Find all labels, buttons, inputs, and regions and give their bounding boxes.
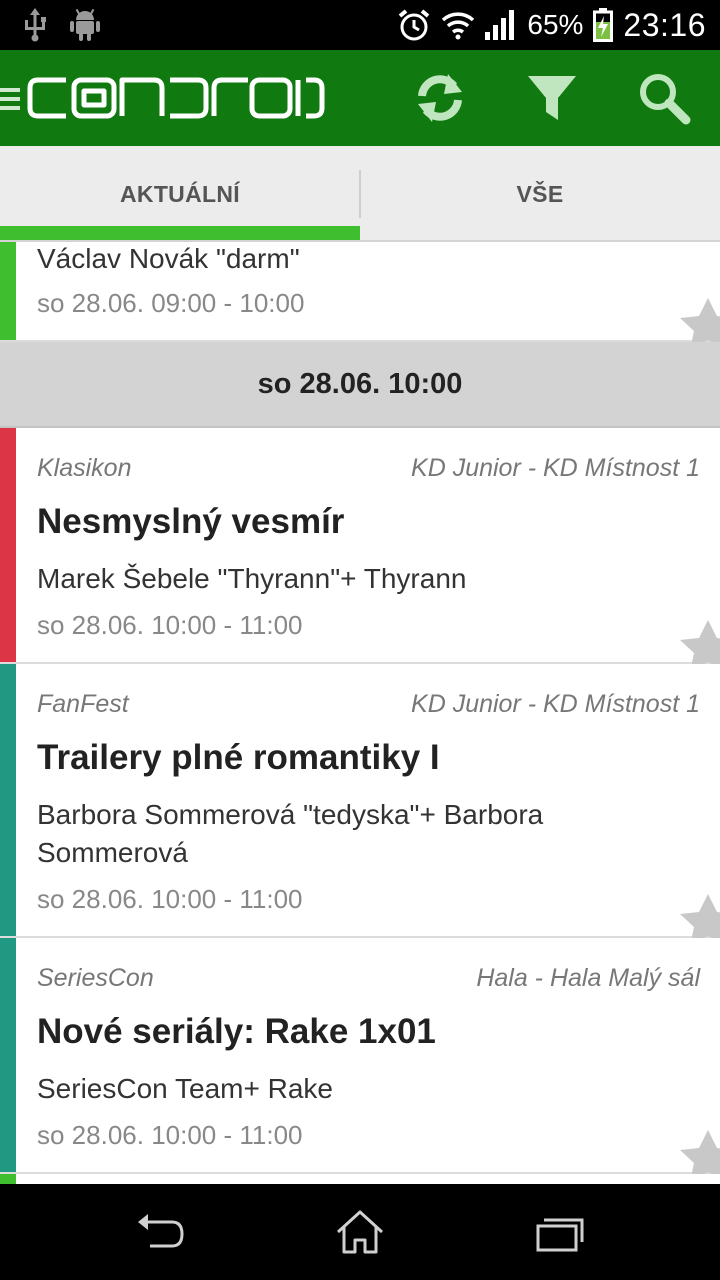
program-list[interactable]: Václav Novák "darm" so 28.06. 09:00 - 10… [0,242,720,1184]
drawer-menu-icon[interactable] [0,84,20,114]
home-icon[interactable] [332,1208,388,1256]
item-people: Marek Šebele "Thyrann"+ Thyrann [37,563,467,594]
program-color-bar [0,664,16,936]
item-time: so 28.06. 10:00 - 11:00 [37,610,303,640]
item-title: Nové seriály: Rake 1x01 [37,1012,436,1051]
program-color-bar [0,428,16,662]
list-item[interactable]: SeriesCon Hala - Hala Malý sál Nové seri… [0,938,720,1174]
filter-icon[interactable] [522,68,582,128]
item-title: Nesmyslný vesmír [37,502,345,541]
status-bar: 65% 23:16 [0,0,720,50]
item-people: Václav Novák "darm" [37,243,300,274]
back-icon[interactable] [132,1208,188,1256]
list-item[interactable]: Klasikon KD Junior - KD Místnost 1 Nesmy… [0,428,720,664]
item-time: so 28.06. 10:00 - 11:00 [37,1120,303,1150]
app-logo[interactable] [26,74,326,122]
list-item[interactable]: Václav Novák "darm" so 28.06. 09:00 - 10… [0,242,720,342]
alarm-icon [399,9,430,41]
battery-percentage: 65% [527,9,584,40]
item-meta: SeriesCon Hala - Hala Malý sál [37,964,700,993]
recent-apps-icon[interactable] [532,1208,588,1256]
item-title: Trailery plné romantiky I [37,738,440,777]
android-debug-icon [70,8,100,41]
item-program: SeriesCon [37,964,154,992]
item-meta: FanFest KD Junior - KD Místnost 1 [37,690,700,719]
refresh-icon[interactable] [410,68,470,128]
item-time: so 28.06. 09:00 - 10:00 [37,288,305,318]
system-nav-bar [0,1184,720,1280]
item-people: Barbora Sommerová "tedyska"+ Barbora Som… [37,799,544,868]
favorite-star-icon[interactable] [680,620,720,664]
battery-charging-icon [593,8,614,42]
list-item[interactable]: FanFest KD Junior - KD Místnost 1 Traile… [0,664,720,938]
item-location: KD Junior - KD Místnost 1 [411,690,700,718]
item-meta: Klasikon KD Junior - KD Místnost 1 [37,454,700,483]
list-item[interactable] [0,1174,720,1184]
favorite-star-icon[interactable] [680,1130,720,1174]
item-people: SeriesCon Team+ Rake [37,1073,333,1104]
item-program: FanFest [37,690,129,718]
item-program: Klasikon [37,454,132,482]
program-color-bar [0,938,16,1172]
item-location: KD Junior - KD Místnost 1 [411,454,700,482]
program-color-bar [0,242,16,340]
item-time: so 28.06. 10:00 - 11:00 [37,884,303,914]
section-header: so 28.06. 10:00 [0,342,720,428]
tab-bar: AKTUÁLNÍ VŠE [0,146,720,242]
item-location: Hala - Hala Malý sál [476,964,700,992]
action-bar [0,50,720,146]
tab-vse[interactable]: VŠE [360,146,720,242]
tab-selected-indicator [0,226,360,240]
favorite-star-icon[interactable] [680,894,720,938]
clock: 23:16 [623,6,706,43]
usb-icon [25,8,46,42]
signal-icon [485,10,515,40]
search-icon[interactable] [634,68,694,128]
program-color-bar [0,1174,16,1184]
favorite-star-icon[interactable] [680,298,720,342]
wifi-icon [442,12,475,40]
